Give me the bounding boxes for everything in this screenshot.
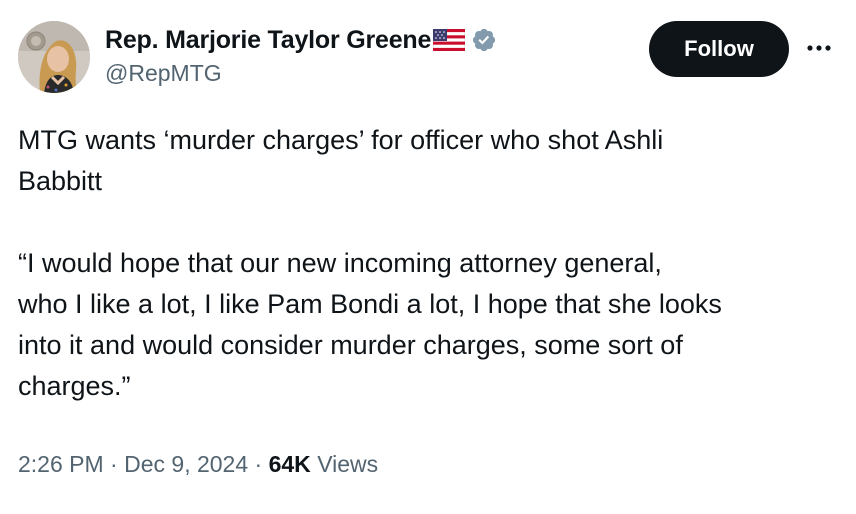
tweet-meta: 2:26 PM · Dec 9, 2024 · 64K Views (18, 451, 378, 478)
tweet-text: MTG wants ‘murder charges’ for officer w… (18, 120, 838, 407)
tweet-date[interactable]: Dec 9, 2024 (124, 451, 248, 477)
follow-button[interactable]: Follow (649, 21, 789, 77)
tweet-paragraph-headline: MTG wants ‘murder charges’ for officer w… (18, 125, 664, 196)
author-name-row[interactable]: Rep. Marjorie Taylor Greene (105, 24, 497, 56)
tweet-time[interactable]: 2:26 PM (18, 451, 104, 477)
views-label: Views (317, 451, 379, 477)
more-horizontal-icon[interactable] (806, 38, 832, 58)
meta-separator: · (254, 451, 263, 477)
tweet-paragraph-quote: “I would hope that our new incoming atto… (18, 248, 722, 401)
verified-badge-icon[interactable] (471, 27, 497, 53)
avatar[interactable] (18, 21, 90, 93)
profile-photo (18, 21, 90, 93)
author-handle[interactable]: @RepMTG (105, 60, 222, 87)
meta-separator: · (110, 451, 118, 477)
us-flag-icon (433, 29, 466, 51)
tweet-card: Rep. Marjorie Taylor Greene @RepMTG Foll… (0, 0, 856, 514)
views-count[interactable]: 64K (269, 451, 311, 477)
author-display-name[interactable]: Rep. Marjorie Taylor Greene (105, 26, 431, 55)
